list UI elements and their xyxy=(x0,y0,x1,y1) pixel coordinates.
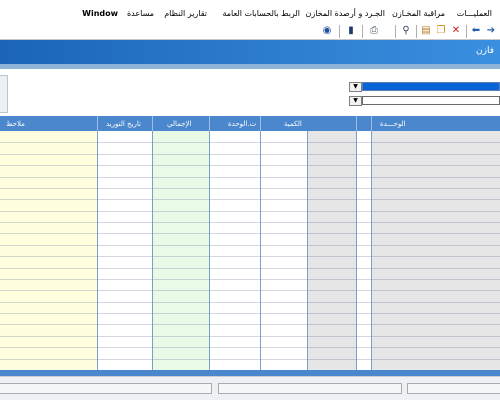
grid-row-line xyxy=(0,165,500,166)
supply-date-column[interactable] xyxy=(97,131,152,370)
grid-row-line xyxy=(0,313,500,314)
copy-icon[interactable]: ❐ xyxy=(435,25,447,37)
paste-icon[interactable]: ▤ xyxy=(420,25,432,37)
form-area xyxy=(0,69,500,116)
grid-row-line xyxy=(0,268,500,269)
store-dropdown-button[interactable]: ▼ xyxy=(349,82,362,92)
grid-row-line xyxy=(0,336,500,337)
menu-help[interactable]: مساعدة xyxy=(127,9,154,18)
grid-row-line xyxy=(0,233,500,234)
status-panel-3 xyxy=(407,383,500,394)
grid-row-line xyxy=(0,154,500,155)
toolbar-separator xyxy=(416,25,417,38)
grid-row-line xyxy=(0,142,500,143)
items-grid: الوحـــدة الكمية ت.الوحدة الإجمالي تاريخ… xyxy=(0,116,500,370)
grid-row-line xyxy=(0,324,500,325)
menu-system-reports[interactable]: تقارير النظام xyxy=(164,9,207,18)
toolbar-separator xyxy=(339,25,340,38)
grid-row-line xyxy=(0,347,500,348)
print-icon[interactable]: ⎙ xyxy=(368,25,380,37)
undo-icon[interactable]: ➔ xyxy=(485,25,497,37)
unit-price-column[interactable] xyxy=(209,131,260,370)
menu-inventory-balances[interactable]: الجـرد و أرصدة المخازن xyxy=(305,9,385,18)
help-icon[interactable]: ◉ xyxy=(321,25,333,37)
status-panel-2 xyxy=(218,383,402,394)
menu-bar: العمليـــات مراقبة المخـازن الجـرد و أرص… xyxy=(0,0,500,22)
exit-door-icon[interactable]: ▮ xyxy=(345,25,357,37)
unit-column[interactable] xyxy=(307,131,356,370)
grid-row-line xyxy=(0,290,500,291)
status-bar xyxy=(0,376,500,400)
header-total: الإجمالي xyxy=(167,120,192,128)
toolbar-separator xyxy=(466,25,467,38)
header-unit: الوحـــدة xyxy=(380,120,406,128)
grid-row-line xyxy=(0,188,500,189)
header-quantity: الكمية xyxy=(284,120,302,128)
header-unit-price: ت.الوحدة xyxy=(228,120,257,128)
grid-row-line xyxy=(0,245,500,246)
store-combo[interactable] xyxy=(362,82,500,91)
window-title-bar: فازن xyxy=(0,40,500,64)
grid-body xyxy=(0,131,500,370)
grid-row-line xyxy=(0,359,500,360)
toolbar-separator xyxy=(395,25,396,38)
toolbar-separator xyxy=(362,25,363,38)
notes-column[interactable] xyxy=(0,131,97,370)
grid-row-line xyxy=(0,211,500,212)
menu-operations[interactable]: العمليـــات xyxy=(457,9,492,18)
grid-row-line xyxy=(0,256,500,257)
find-icon[interactable]: ⚲ xyxy=(400,25,412,37)
grid-row-line xyxy=(0,199,500,200)
unit-lookup-column[interactable] xyxy=(356,131,371,370)
type-dropdown-button[interactable]: ▼ xyxy=(349,96,362,106)
item-column[interactable] xyxy=(371,131,500,370)
toolbar: ➔ ⬅ ✕ ❐ ▤ ⚲ ⎙ ▮ ◉ xyxy=(0,22,500,40)
total-column xyxy=(152,131,209,370)
redo-icon[interactable]: ⬅ xyxy=(470,25,482,37)
window-title: فازن xyxy=(476,46,494,56)
grid-header: الوحـــدة الكمية ت.الوحدة الإجمالي تاريخ… xyxy=(0,116,500,131)
grid-row-line xyxy=(0,177,500,178)
header-notes: ملاحظ xyxy=(6,120,25,128)
menu-general-accounts-link[interactable]: الربط بالحسابات العامة xyxy=(222,9,300,18)
grid-row-line xyxy=(0,279,500,280)
quantity-column[interactable] xyxy=(260,131,307,370)
cut-icon[interactable]: ✕ xyxy=(450,25,462,37)
header-supply-date: تاريخ التوريد xyxy=(106,120,141,128)
type-combo[interactable] xyxy=(362,96,500,105)
menu-window[interactable]: Window xyxy=(82,9,118,18)
menu-stores-monitoring[interactable]: مراقبة المخـازن xyxy=(392,9,445,18)
side-panel xyxy=(0,75,8,113)
grid-row-line xyxy=(0,222,500,223)
grid-row-line xyxy=(0,302,500,303)
status-panel-1 xyxy=(0,383,212,394)
